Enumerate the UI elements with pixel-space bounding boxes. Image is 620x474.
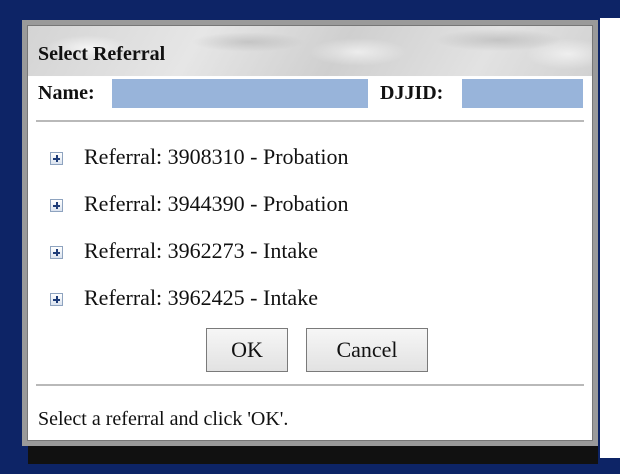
name-row: Name: DJJID:	[38, 78, 584, 108]
dialog-header: Select Referral Name: DJJID:	[28, 26, 592, 108]
referral-label[interactable]: Referral: 3944390 - Probation	[84, 191, 349, 217]
expand-plus-icon[interactable]	[50, 246, 63, 259]
djjid-value	[462, 79, 583, 108]
name-label: Name:	[38, 82, 95, 104]
referral-item[interactable]: Referral: 3908310 - Probation	[50, 144, 470, 191]
name-value	[112, 79, 368, 108]
expand-plus-icon[interactable]	[50, 199, 63, 212]
background-window-edge	[600, 18, 620, 458]
djjid-label: DJJID:	[380, 82, 444, 104]
header-divider	[36, 120, 584, 122]
referral-tree: Referral: 3908310 - Probation Referral: …	[50, 144, 470, 332]
referral-label[interactable]: Referral: 3962273 - Intake	[84, 238, 318, 264]
footer-divider	[36, 384, 584, 386]
dialog-title: Select Referral	[38, 43, 166, 65]
referral-item[interactable]: Referral: 3962273 - Intake	[50, 238, 470, 285]
cancel-button[interactable]: Cancel	[306, 328, 428, 372]
select-referral-dialog: Select Referral Name: DJJID: Referral: 3…	[22, 20, 598, 446]
referral-label[interactable]: Referral: 3908310 - Probation	[84, 144, 349, 170]
ok-button[interactable]: OK	[206, 328, 288, 372]
referral-label[interactable]: Referral: 3962425 - Intake	[84, 285, 318, 311]
expand-plus-icon[interactable]	[50, 152, 63, 165]
referral-item[interactable]: Referral: 3944390 - Probation	[50, 191, 470, 238]
referral-item[interactable]: Referral: 3962425 - Intake	[50, 285, 470, 332]
dialog-body: Select Referral Name: DJJID: Referral: 3…	[27, 25, 593, 441]
status-message: Select a referral and click 'OK'.	[38, 408, 289, 430]
expand-plus-icon[interactable]	[50, 293, 63, 306]
